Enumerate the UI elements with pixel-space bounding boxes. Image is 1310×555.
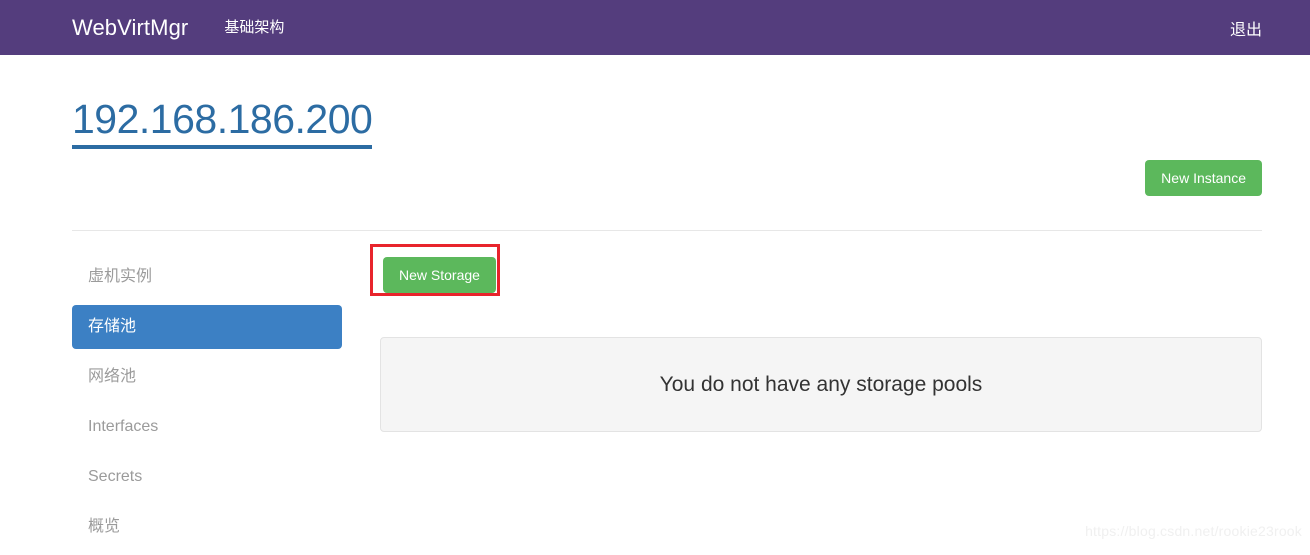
new-instance-button[interactable]: New Instance — [1145, 160, 1262, 196]
brand-logo[interactable]: WebVirtMgr — [72, 16, 188, 39]
top-navbar: WebVirtMgr 基础架构 退出 — [0, 0, 1310, 55]
sidebar-item-secrets[interactable]: Secrets — [72, 455, 342, 499]
page-header: 192.168.186.200 New Instance — [0, 55, 1310, 196]
sidebar-item-network-pools[interactable]: 网络池 — [72, 355, 342, 399]
navbar-right-group: 退出 — [1230, 16, 1262, 40]
sidebar-item-overview[interactable]: 概览 — [72, 505, 342, 549]
empty-state-message: You do not have any storage pools — [659, 372, 983, 396]
sidebar-item-interfaces[interactable]: Interfaces — [72, 405, 342, 449]
empty-state-panel: You do not have any storage pools — [380, 337, 1262, 432]
watermark-text: https://blog.csdn.net/rookie23rook — [1085, 523, 1302, 539]
new-storage-button[interactable]: New Storage — [383, 257, 496, 293]
sidebar-item-instances[interactable]: 虚机实例 — [72, 255, 342, 299]
sidebar-item-storage-pools[interactable]: 存储池 — [72, 305, 342, 349]
sidebar-nav: 虚机实例 存储池 网络池 Interfaces Secrets 概览 — [72, 255, 342, 555]
page-title-host-ip[interactable]: 192.168.186.200 — [72, 97, 373, 149]
nav-link-infrastructure[interactable]: 基础架构 — [224, 20, 284, 35]
logout-link[interactable]: 退出 — [1230, 22, 1262, 39]
page-container: 192.168.186.200 New Instance 虚机实例 存储池 网络… — [0, 55, 1310, 535]
header-divider — [72, 230, 1262, 231]
